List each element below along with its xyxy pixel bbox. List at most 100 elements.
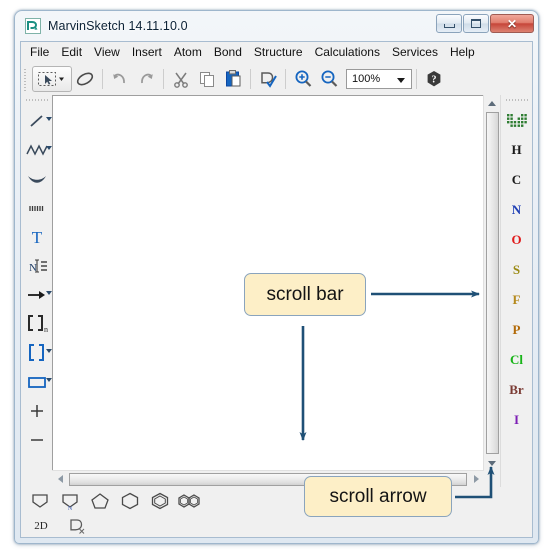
window-controls: ✕ (435, 14, 534, 33)
help-button[interactable]: ? (421, 66, 447, 92)
main-toolbar: 100% ? (21, 63, 532, 95)
close-icon: ✕ (506, 16, 518, 31)
redo-button[interactable] (133, 66, 159, 92)
charge-plus-tool[interactable] (22, 396, 52, 425)
svg-text:T: T (31, 228, 42, 247)
chevron-down-icon[interactable] (45, 349, 52, 353)
element-Cl[interactable]: Cl (502, 345, 532, 375)
selection-tool[interactable] (32, 66, 72, 92)
template-cyclopentane-flat[interactable] (25, 488, 55, 513)
cut-button[interactable] (168, 66, 194, 92)
bracket-tool[interactable] (22, 338, 52, 367)
chevron-down-icon[interactable] (45, 378, 52, 382)
paste-button[interactable] (220, 66, 246, 92)
element-F[interactable]: F (502, 285, 532, 315)
title-bar: MarvinSketch 14.11.10.0 ✕ (15, 11, 538, 41)
template-naphthalene[interactable] (175, 488, 205, 513)
element-S[interactable]: S (502, 255, 532, 285)
scroll-up-arrow[interactable] (484, 95, 500, 111)
scroll-right-arrow[interactable] (468, 471, 484, 487)
structure-check-button[interactable] (255, 66, 281, 92)
menu-item-edit[interactable]: Edit (55, 43, 88, 62)
chain-tool[interactable] (22, 135, 52, 164)
element-N[interactable]: N (502, 195, 532, 225)
ring-template-toolbar: N (21, 487, 532, 514)
bottom-area: N 2D (21, 487, 532, 537)
single-bond-tool[interactable] (22, 106, 52, 135)
marvinsketch-icon (25, 18, 41, 34)
template-cyclohexane[interactable] (115, 488, 145, 513)
drawing-tools-palette: T N n (21, 95, 52, 487)
menu-item-calculations[interactable]: Calculations (309, 43, 386, 62)
annotation-label-scroll-bar: scroll bar (266, 283, 344, 305)
element-O[interactable]: O (502, 225, 532, 255)
menu-item-atom[interactable]: Atom (168, 43, 208, 62)
element-I[interactable]: I (502, 405, 532, 435)
maximize-icon (471, 19, 481, 28)
close-button[interactable]: ✕ (490, 14, 534, 33)
scroll-down-arrow[interactable] (484, 455, 500, 471)
vertical-scrollbar[interactable] (483, 95, 500, 471)
clean-structure-button[interactable] (63, 515, 91, 537)
copy-button[interactable] (194, 66, 220, 92)
right-palette-drag-handle[interactable] (505, 97, 528, 103)
periodic-table-button[interactable] (502, 105, 532, 135)
chevron-down-icon[interactable] (45, 146, 52, 150)
status-bar: 2D (21, 514, 532, 537)
element-palette: H C N O S F P Cl Br I (500, 95, 532, 487)
graphic-hash-tool[interactable] (22, 193, 52, 222)
menu-item-help[interactable]: Help (444, 43, 481, 62)
svg-text:N: N (68, 506, 73, 511)
element-Br[interactable]: Br (502, 375, 532, 405)
toolbar-separator (416, 69, 417, 89)
eraser-tool[interactable] (72, 66, 98, 92)
minimize-icon (443, 23, 455, 28)
zoom-level-value: 100% (352, 73, 381, 85)
toolbar-separator (285, 69, 286, 89)
triangle-right-icon (473, 475, 479, 483)
triangle-down-icon (488, 460, 496, 466)
triangle-left-icon (57, 475, 63, 483)
left-palette-drag-handle[interactable] (25, 97, 48, 103)
element-H[interactable]: H (502, 135, 532, 165)
chevron-down-icon[interactable] (45, 117, 52, 121)
annotation-callout-scroll-arrow: scroll arrow (304, 476, 452, 517)
template-pyrrole[interactable]: N (55, 488, 85, 513)
toolbar-drag-handle[interactable] (23, 67, 29, 91)
triangle-up-icon (488, 100, 496, 106)
chevron-down-icon[interactable] (45, 291, 52, 295)
zoom-out-button[interactable] (316, 66, 342, 92)
svg-text:n: n (44, 325, 48, 334)
zoom-in-button[interactable] (290, 66, 316, 92)
arc-tool[interactable] (22, 164, 52, 193)
text-tool[interactable]: T (22, 222, 52, 251)
toolbar-separator (163, 69, 164, 89)
svg-text:?: ? (432, 75, 437, 86)
dimension-toggle-button[interactable]: 2D (27, 515, 55, 537)
maximize-button[interactable] (463, 14, 489, 33)
element-C[interactable]: C (502, 165, 532, 195)
minimize-button[interactable] (436, 14, 462, 33)
menu-bar: File Edit View Insert Atom Bond Structur… (21, 42, 532, 64)
menu-item-structure[interactable]: Structure (248, 43, 309, 62)
charge-minus-tool[interactable] (22, 425, 52, 454)
menu-item-services[interactable]: Services (386, 43, 444, 62)
undo-button[interactable] (107, 66, 133, 92)
atom-label-tool[interactable]: N (22, 251, 52, 280)
template-benzene[interactable] (145, 488, 175, 513)
scroll-left-arrow[interactable] (52, 471, 68, 487)
rectangle-tool[interactable] (22, 367, 52, 396)
menu-item-insert[interactable]: Insert (126, 43, 168, 62)
annotation-callout-scroll-bar: scroll bar (244, 273, 366, 316)
element-P[interactable]: P (502, 315, 532, 345)
toolbar-separator (250, 69, 251, 89)
repeating-unit-tool[interactable]: n (22, 309, 52, 338)
reaction-arrow-tool[interactable] (22, 280, 52, 309)
menu-item-view[interactable]: View (88, 43, 126, 62)
menu-item-bond[interactable]: Bond (208, 43, 248, 62)
zoom-level-combobox[interactable]: 100% (346, 69, 412, 89)
template-cyclopentane[interactable] (85, 488, 115, 513)
annotation-label-scroll-arrow: scroll arrow (329, 485, 427, 507)
menu-item-file[interactable]: File (24, 43, 55, 62)
vertical-scroll-thumb[interactable] (486, 112, 499, 454)
